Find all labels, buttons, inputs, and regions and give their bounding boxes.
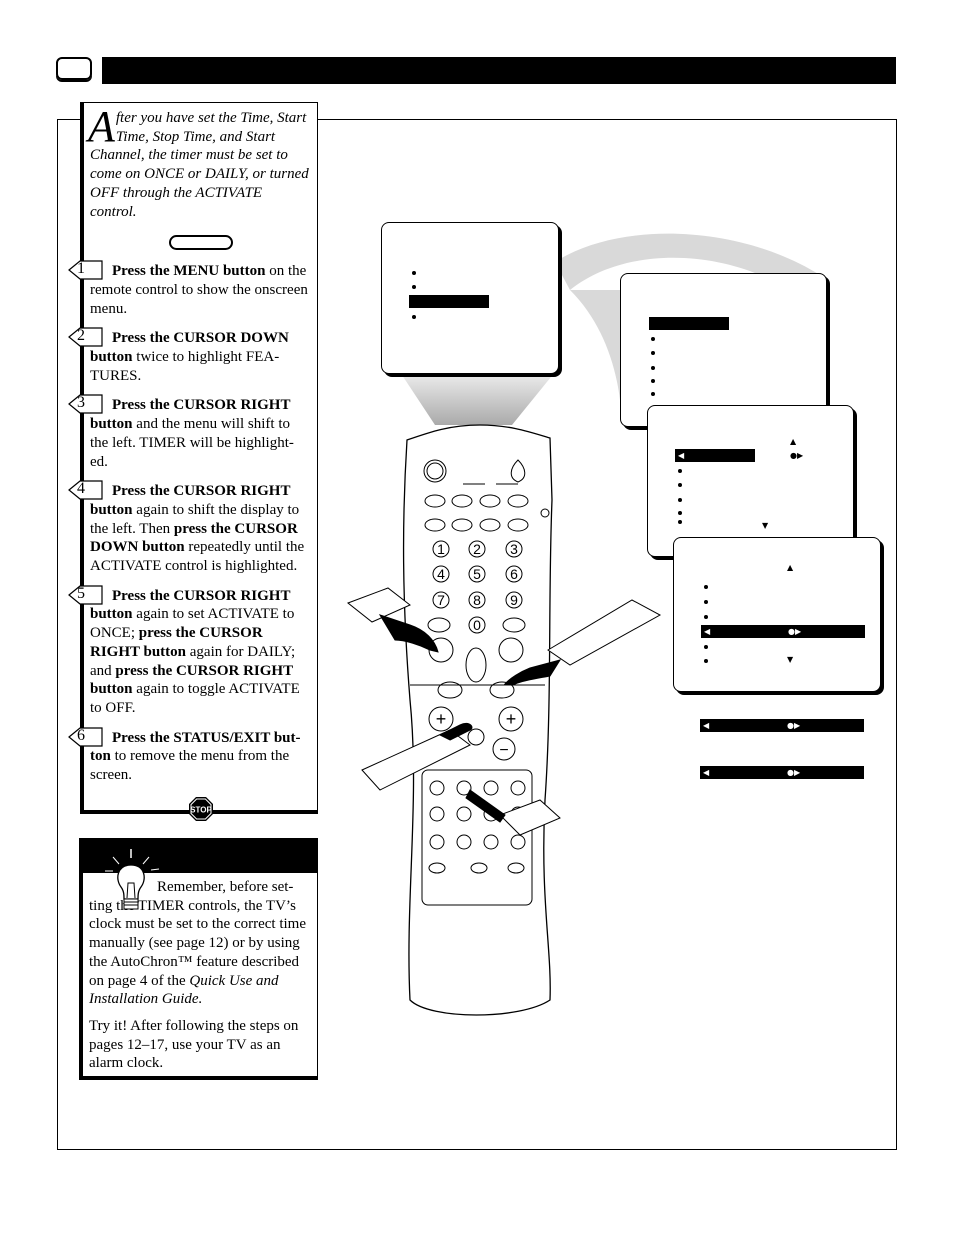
digit-label: 7 [437, 592, 445, 608]
activate-off-bar: ◀ ●▶ [700, 766, 864, 779]
digit-label: 8 [473, 592, 481, 608]
onscreen-menu-main [381, 222, 559, 374]
menu-highlight-timer [649, 317, 729, 330]
remote-control: 1 2 3 4 5 6 7 8 9 0 + + − [346, 424, 662, 1016]
menu-highlight-time: ◀ [675, 449, 755, 462]
onscreen-menu-features [620, 273, 827, 427]
minus-label: − [499, 742, 508, 759]
onscreen-menu-activate: ▲ ◀ ●▶ ▼ [673, 537, 881, 692]
menu-highlight-features [409, 295, 489, 308]
digit-label: 3 [510, 541, 518, 557]
digit-label: 1 [437, 541, 445, 557]
manual-page: After you have set the Time, Start Time,… [0, 0, 954, 1235]
digit-label: 6 [510, 566, 518, 582]
activate-daily-bar: ◀ ●▶ [700, 719, 864, 732]
digit-label: 2 [473, 541, 481, 557]
channel-plus-label: + [506, 709, 517, 729]
digit-label: 9 [510, 592, 518, 608]
digit-label: 0 [473, 617, 481, 633]
digit-label: 4 [437, 566, 445, 582]
menu-highlight-activate: ◀ ●▶ [701, 625, 865, 638]
volume-plus-label: + [436, 709, 447, 729]
digit-label: 5 [473, 566, 481, 582]
onscreen-menu-timer: ◀ ▲ ●▶ ▼ [647, 405, 854, 557]
